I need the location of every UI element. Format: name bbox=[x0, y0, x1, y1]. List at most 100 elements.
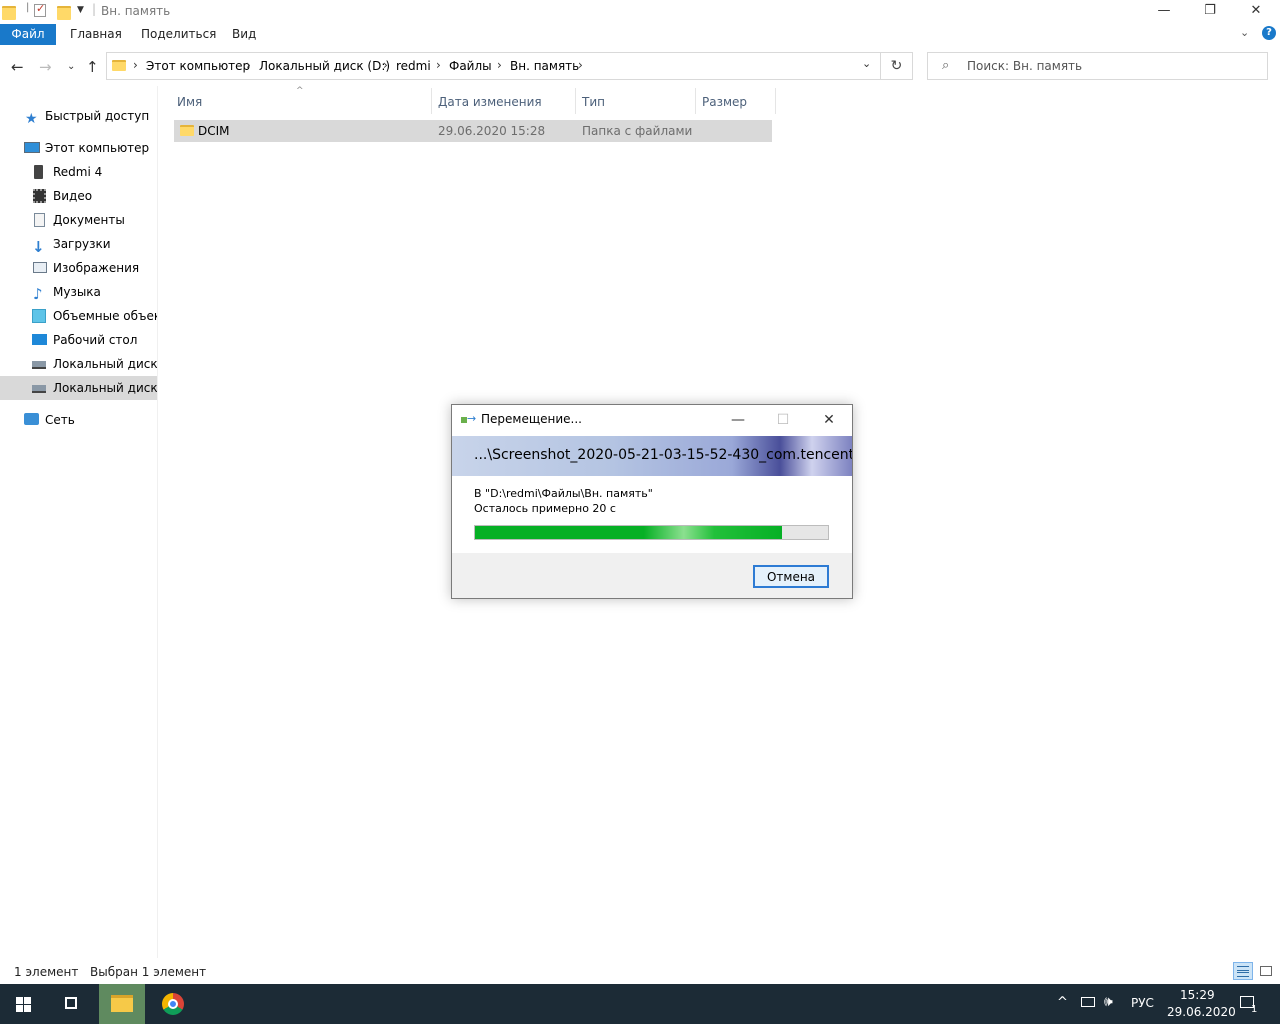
chevron-right-icon[interactable]: › bbox=[133, 58, 138, 72]
breadcrumb-disk-d[interactable]: Локальный диск (D:) bbox=[259, 59, 390, 73]
properties-icon[interactable]: ✓ bbox=[34, 2, 46, 17]
refresh-button[interactable]: ↻ bbox=[881, 52, 913, 80]
close-button[interactable]: ✕ bbox=[1233, 0, 1279, 24]
folder-icon bbox=[180, 125, 194, 136]
column-header-date[interactable]: Дата изменения bbox=[438, 94, 542, 116]
pane-divider[interactable] bbox=[157, 86, 158, 958]
nav-3d-objects[interactable]: Объемные объекты bbox=[0, 304, 157, 328]
cube-icon bbox=[32, 309, 46, 323]
new-folder-icon[interactable] bbox=[57, 6, 71, 20]
task-view-icon bbox=[65, 997, 77, 1009]
window-title: Вн. память bbox=[101, 4, 171, 18]
column-header-name[interactable]: Имя bbox=[177, 94, 202, 116]
chevron-right-icon[interactable]: › bbox=[383, 58, 388, 72]
chevron-down-icon[interactable]: ⌄ bbox=[862, 57, 871, 70]
nav-disk-c[interactable]: Локальный диск (C:) bbox=[0, 352, 157, 376]
nav-this-pc[interactable]: Этот компьютер bbox=[0, 136, 157, 160]
column-header-type[interactable]: Тип bbox=[582, 94, 605, 116]
start-button[interactable] bbox=[0, 984, 48, 1024]
tab-share[interactable]: Поделиться bbox=[141, 24, 216, 45]
breadcrumb-files[interactable]: Файлы bbox=[449, 59, 492, 73]
minimize-button[interactable]: — bbox=[1141, 0, 1187, 24]
chevron-down-icon[interactable]: ⌄ bbox=[1240, 26, 1249, 39]
taskbar-chrome[interactable] bbox=[150, 984, 196, 1024]
status-bar: 1 элемент Выбран 1 элемент bbox=[0, 960, 1280, 984]
nav-label: Redmi 4 bbox=[53, 165, 103, 179]
video-icon bbox=[33, 189, 46, 203]
customize-quick-access-icon[interactable]: ▼ bbox=[77, 5, 91, 19]
breadcrumb-internal-memory[interactable]: Вн. память bbox=[510, 59, 579, 73]
restore-button[interactable]: ❐ bbox=[1187, 0, 1233, 24]
dialog-footer: Отмена bbox=[452, 553, 852, 598]
computer-icon bbox=[24, 142, 40, 153]
progress-bar bbox=[474, 525, 829, 540]
navigation-pane: ★ Быстрый доступ Этот компьютер Redmi 4 … bbox=[0, 86, 157, 958]
nav-video[interactable]: Видео bbox=[0, 184, 157, 208]
search-input[interactable]: ⌕ Поиск: Вн. память bbox=[927, 52, 1268, 80]
sort-ascending-icon: ^ bbox=[296, 86, 304, 96]
network-icon[interactable] bbox=[1081, 997, 1095, 1007]
dialog-minimize-button[interactable]: — bbox=[718, 407, 758, 433]
language-indicator[interactable]: РУС bbox=[1131, 996, 1154, 1010]
column-separator[interactable] bbox=[695, 88, 696, 114]
chevron-right-icon[interactable]: › bbox=[436, 58, 441, 72]
cancel-button[interactable]: Отмена bbox=[753, 565, 829, 588]
table-row[interactable]: DCIM 29.06.2020 15:28 Папка с файлами bbox=[174, 120, 772, 142]
tab-file[interactable]: Файл bbox=[0, 24, 56, 45]
folder-icon bbox=[111, 995, 133, 1012]
details-view-icon[interactable] bbox=[1233, 962, 1253, 980]
clock-date[interactable]: 29.06.2020 bbox=[1167, 1005, 1236, 1019]
column-header-size[interactable]: Размер bbox=[702, 94, 747, 116]
large-icons-view-icon[interactable] bbox=[1257, 962, 1275, 980]
moving-file-name: ...\Screenshot_2020-05-21-03-15-52-430_c… bbox=[474, 447, 852, 463]
nav-network[interactable]: Сеть bbox=[0, 408, 157, 432]
nav-downloads[interactable]: ↓ Загрузки bbox=[0, 232, 157, 256]
task-view-button[interactable] bbox=[48, 984, 96, 1024]
nav-music[interactable]: ♪ Музыка bbox=[0, 280, 157, 304]
move-icon: → bbox=[461, 412, 476, 425]
clock-time[interactable]: 15:29 bbox=[1180, 988, 1215, 1002]
chevron-up-icon[interactable]: ^ bbox=[1057, 995, 1068, 1010]
help-icon[interactable]: ? bbox=[1262, 26, 1276, 40]
file-type: Папка с файлами bbox=[582, 124, 693, 138]
nav-desktop[interactable]: Рабочий стол bbox=[0, 328, 157, 352]
address-bar[interactable]: › Этот компьютер › Локальный диск (D:) ›… bbox=[106, 52, 881, 80]
up-icon[interactable]: ↑ bbox=[86, 58, 99, 76]
nav-label: Быстрый доступ bbox=[45, 109, 150, 123]
documents-icon bbox=[34, 213, 45, 227]
breadcrumb-this-pc[interactable]: Этот компьютер bbox=[146, 59, 250, 73]
drive-icon bbox=[32, 385, 46, 393]
chevron-right-icon[interactable]: › bbox=[578, 58, 583, 72]
windows-icon bbox=[16, 997, 23, 1004]
column-separator[interactable] bbox=[775, 88, 776, 114]
drive-icon bbox=[32, 361, 46, 369]
dialog-title: Перемещение... bbox=[481, 412, 582, 426]
nav-pictures[interactable]: Изображения bbox=[0, 256, 157, 280]
nav-label: Музыка bbox=[53, 285, 101, 299]
chevron-right-icon[interactable]: › bbox=[246, 58, 251, 72]
column-separator[interactable] bbox=[575, 88, 576, 114]
volume-icon[interactable]: 🕪 bbox=[1104, 994, 1113, 1010]
nav-label: Изображения bbox=[53, 261, 140, 275]
column-separator[interactable] bbox=[431, 88, 432, 114]
breadcrumb-redmi[interactable]: redmi bbox=[396, 59, 431, 73]
recent-locations-icon[interactable]: ⌄ bbox=[67, 61, 75, 72]
item-count: 1 элемент bbox=[14, 965, 79, 979]
tab-view[interactable]: Вид bbox=[232, 24, 256, 45]
nav-label: Локальный диск (D:) bbox=[53, 381, 157, 395]
tab-home[interactable]: Главная bbox=[70, 24, 122, 45]
phone-icon bbox=[34, 165, 43, 179]
notification-count: 1 bbox=[1251, 1004, 1258, 1015]
nav-redmi[interactable]: Redmi 4 bbox=[0, 160, 157, 184]
nav-label: Видео bbox=[53, 189, 93, 203]
dialog-close-button[interactable]: ✕ bbox=[809, 407, 849, 433]
nav-documents[interactable]: Документы bbox=[0, 208, 157, 232]
nav-disk-d[interactable]: Локальный диск (D:) bbox=[0, 376, 157, 400]
nav-label: Загрузки bbox=[53, 237, 111, 251]
chevron-right-icon[interactable]: › bbox=[497, 58, 502, 72]
taskbar-explorer[interactable] bbox=[99, 984, 145, 1024]
nav-label: Сеть bbox=[45, 413, 75, 427]
forward-icon[interactable]: → bbox=[39, 58, 52, 76]
back-icon[interactable]: ← bbox=[11, 58, 24, 76]
nav-quick-access[interactable]: ★ Быстрый доступ bbox=[0, 104, 157, 128]
